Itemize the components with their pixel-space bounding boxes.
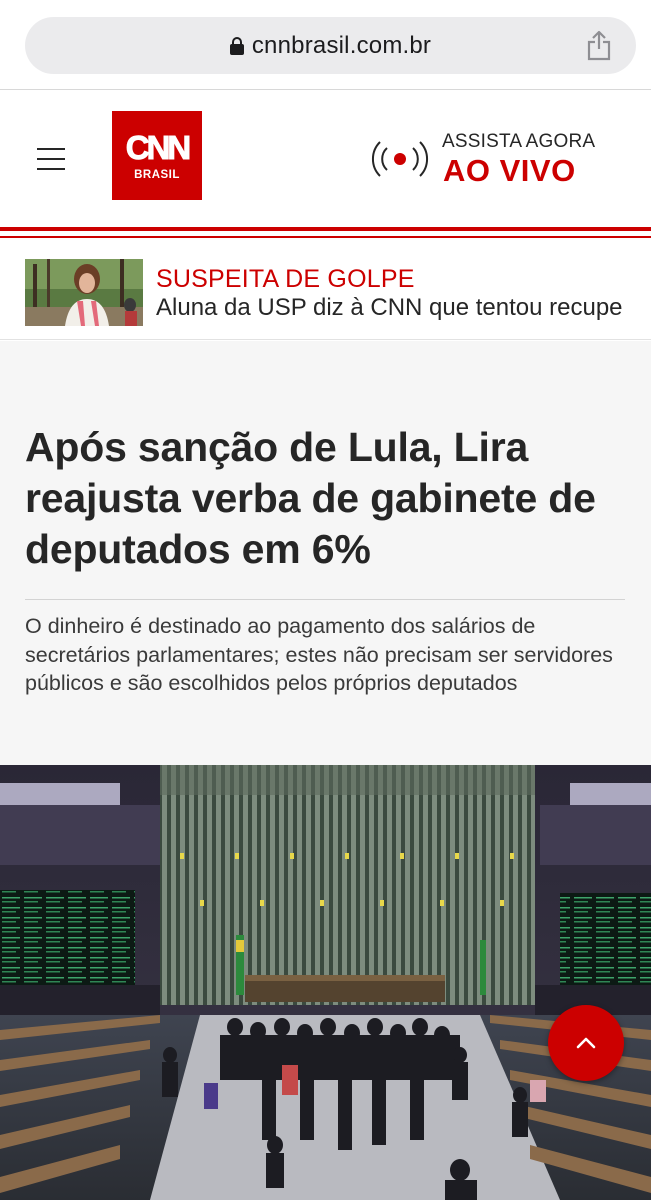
logo-sub-text: BRASIL	[134, 168, 180, 181]
logo-main-text: CNN	[125, 128, 191, 166]
header-divider	[0, 227, 651, 231]
lock-icon	[229, 36, 244, 55]
breaking-news-text: Aluna da USP diz à CNN que tentou recupe	[156, 294, 623, 321]
watch-live-link[interactable]: ASSISTA AGORA AO VIVO	[370, 131, 610, 191]
article-lead-photo	[0, 765, 651, 1200]
live-label-bottom: AO VIVO	[443, 153, 576, 188]
site-header: CNN BRASIL ASSISTA AGORA AO VIVO	[0, 91, 651, 229]
breaking-news-tag: SUSPEITA DE GOLPE	[156, 265, 415, 293]
article-divider	[25, 599, 625, 600]
url-display: cnnbrasil.com.br	[25, 17, 636, 74]
article-headline: Após sanção de Lula, Lira reajusta verba…	[25, 424, 596, 572]
breaking-news-item[interactable]: SUSPEITA DE GOLPE Aluna da USP diz à CNN…	[0, 245, 651, 340]
browser-toolbar: cnnbrasil.com.br	[0, 0, 651, 90]
back-to-top-button[interactable]	[548, 1005, 624, 1081]
article-summary: O dinheiro é destinado ao pagamento dos …	[25, 614, 613, 695]
live-label-top: ASSISTA AGORA	[442, 131, 596, 152]
live-broadcast-icon	[371, 141, 429, 177]
cnn-brasil-logo[interactable]: CNN BRASIL	[112, 111, 202, 200]
share-icon[interactable]	[586, 29, 612, 61]
breaking-news-thumbnail	[25, 259, 143, 326]
header-divider-thin	[0, 236, 651, 238]
address-bar[interactable]: cnnbrasil.com.br	[25, 17, 636, 74]
chevron-up-icon	[576, 1037, 596, 1049]
hamburger-menu-icon[interactable]	[37, 145, 65, 171]
url-text: cnnbrasil.com.br	[251, 31, 432, 59]
